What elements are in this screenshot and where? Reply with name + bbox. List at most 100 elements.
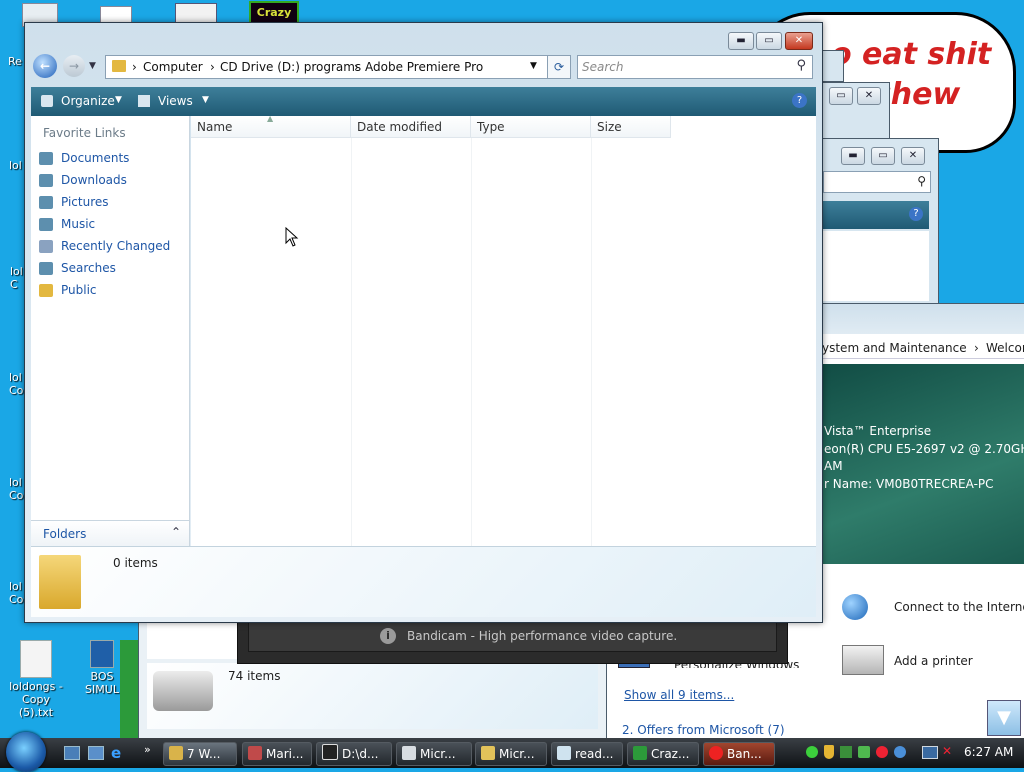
breadcrumb-computer[interactable]: Computer	[143, 60, 203, 74]
taskbar-button-micr-1[interactable]: Micr...	[396, 742, 472, 766]
organize-button[interactable]: Organize	[61, 94, 115, 108]
help-icon[interactable]: ?	[792, 93, 807, 108]
start-button[interactable]	[6, 732, 46, 772]
drive-item-count: 74 items	[228, 669, 281, 683]
background-window-3[interactable]: ▬ ▭ ✕ ⚲ ?	[820, 138, 939, 304]
favorite-link-label: Public	[61, 283, 97, 297]
taskbar-button-craz[interactable]: Craz...	[627, 742, 699, 766]
views-button[interactable]: Views	[158, 94, 193, 108]
tray-green-icon[interactable]	[806, 746, 818, 758]
desktop-icon-bos[interactable]: BOS SIMUL	[82, 640, 122, 696]
clock[interactable]: 6:27 AM	[964, 745, 1013, 759]
desktop-edge-label[interactable]: lol C	[10, 265, 24, 291]
connect-internet-item[interactable]: Connect to the Internet	[842, 594, 1024, 620]
maximize-button[interactable]: ▭	[756, 32, 782, 50]
favorite-links-heading: Favorite Links	[43, 126, 126, 140]
favorite-link-label: Pictures	[61, 195, 109, 209]
restore-button[interactable]: ▭	[871, 147, 895, 165]
breadcrumb-adobe-premiere[interactable]: Adobe Premiere Pro	[365, 60, 483, 74]
taskbar-button-micr-2[interactable]: Micr...	[475, 742, 547, 766]
desktop-icon-loldongs[interactable]: loldongs - Copy (5).txt	[6, 640, 66, 719]
quick-launch-chevron-icon[interactable]: »	[144, 743, 151, 756]
refresh-button[interactable]: ⟳	[547, 55, 571, 79]
address-bar[interactable]: › Computer › CD Drive (D:) programs › Ad…	[105, 55, 571, 79]
close-button[interactable]: ✕	[901, 147, 925, 165]
folders-toggle[interactable]: Folders ⌃	[31, 520, 189, 547]
folders-label: Folders	[43, 527, 87, 541]
desktop-edge-label[interactable]: lol Co	[9, 476, 23, 502]
column-header-date-modified[interactable]: Date modified	[351, 116, 471, 138]
favorite-link-label: Recently Changed	[61, 239, 171, 253]
desktop-edge-label[interactable]: lol Co	[9, 371, 23, 397]
explorer-window[interactable]: ▬ ▭ ✕ ← → ▼ › Computer › CD Drive (D:) p…	[24, 22, 823, 623]
breadcrumb-cd-drive[interactable]: CD Drive (D:) programs	[220, 60, 361, 74]
sort-arrow-icon: ▲	[267, 114, 274, 123]
column-header-type[interactable]: Type	[471, 116, 591, 138]
taskbar-button-mari[interactable]: Mari...	[242, 742, 312, 766]
favorite-link-label: Downloads	[61, 173, 127, 187]
help-icon[interactable]: ?	[909, 207, 923, 221]
desktop-icon-label: loldongs - Copy (5).txt	[9, 680, 63, 719]
desktop-edge-label[interactable]: Re	[8, 55, 22, 68]
tray-network-icon[interactable]	[840, 746, 852, 758]
close-button[interactable]: ✕	[857, 87, 881, 105]
tray-record-icon[interactable]	[876, 746, 888, 758]
offers-heading[interactable]: 2. Offers from Microsoft (7)	[622, 723, 785, 737]
search-icon: ⚲	[917, 174, 926, 188]
window-icon	[481, 746, 495, 760]
desktop-edge-label[interactable]: lol Co	[9, 580, 23, 606]
column-header-size[interactable]: Size	[591, 116, 671, 138]
search-box[interactable]: ⚲	[823, 171, 931, 193]
tray-monitor-icon[interactable]	[922, 746, 938, 759]
recent-pages-chevron-icon[interactable]: ▼	[89, 61, 96, 71]
music-icon	[39, 218, 53, 231]
restore-button[interactable]: ▭	[829, 87, 853, 105]
address-dropdown-icon[interactable]: ▼	[530, 61, 537, 71]
add-printer-label: Add a printer	[894, 654, 973, 668]
search-input[interactable]: Search ⚲	[577, 55, 813, 79]
details-pane: 74 items	[147, 663, 598, 729]
tray-shield-icon[interactable]	[824, 745, 834, 759]
taskbar-button-explorer[interactable]: 7 W...	[163, 742, 237, 766]
background-window-1[interactable]	[820, 50, 844, 82]
taskbar-button-label: Ban...	[727, 747, 762, 761]
close-button[interactable]: ✕	[785, 32, 813, 50]
taskbar-button-label: 7 W...	[187, 747, 221, 761]
taskbar-button-bandicam[interactable]: Ban...	[703, 742, 775, 766]
desktop-edge-label[interactable]: lol	[9, 159, 22, 172]
desktop-icon-label: BOS SIMUL	[85, 670, 119, 696]
back-button[interactable]: ←	[33, 54, 57, 78]
downloads-icon	[39, 174, 53, 187]
file-list[interactable]: Name ▲ Date modified Type Size	[191, 114, 816, 546]
search-icon[interactable]: ⚲	[796, 58, 806, 73]
address-bar[interactable]: ystem and Maintenance › Welcome	[816, 338, 1024, 359]
taskbar-button-read[interactable]: read...	[551, 742, 623, 766]
minimize-button[interactable]: ▬	[841, 147, 865, 165]
volume-mute-icon[interactable]: ✕	[942, 744, 952, 758]
add-printer-item[interactable]: Add a printer	[842, 639, 1024, 679]
item-count: 0 items	[113, 556, 158, 570]
search-placeholder: Search	[582, 60, 624, 74]
breadcrumb-welcome[interactable]: Welcome	[986, 341, 1024, 355]
system-info-panel: Vista™ Enterprise eon(R) CPU E5-2697 v2 …	[816, 364, 1024, 564]
taskbar-button-7zip[interactable]: D:\d...	[316, 742, 392, 766]
tray-status-icon[interactable]	[894, 746, 906, 758]
scroll-down-button[interactable]: ▼	[987, 700, 1021, 736]
notepad-icon	[557, 746, 571, 760]
minimize-button[interactable]: ▬	[728, 32, 754, 50]
switch-windows-icon[interactable]	[88, 746, 104, 760]
text-file-icon	[20, 640, 52, 678]
breadcrumb-system[interactable]: ystem and Maintenance	[822, 341, 967, 355]
forward-button[interactable]: →	[63, 55, 85, 77]
folder-icon	[112, 60, 126, 72]
app-icon	[248, 746, 262, 760]
command-bar: Organize ▼ Views ▼ ?	[31, 87, 816, 116]
internet-explorer-icon[interactable]: e	[111, 744, 121, 762]
tray-app-icon[interactable]	[858, 746, 870, 758]
background-window-2[interactable]: ▭ ✕	[820, 82, 890, 144]
computer-name: r Name: VM0B0TRECREA-PC	[824, 477, 994, 491]
folder-icon	[169, 746, 183, 760]
show-all-link[interactable]: Show all 9 items...	[624, 688, 734, 702]
organize-icon	[41, 95, 53, 107]
show-desktop-icon[interactable]	[64, 746, 80, 760]
